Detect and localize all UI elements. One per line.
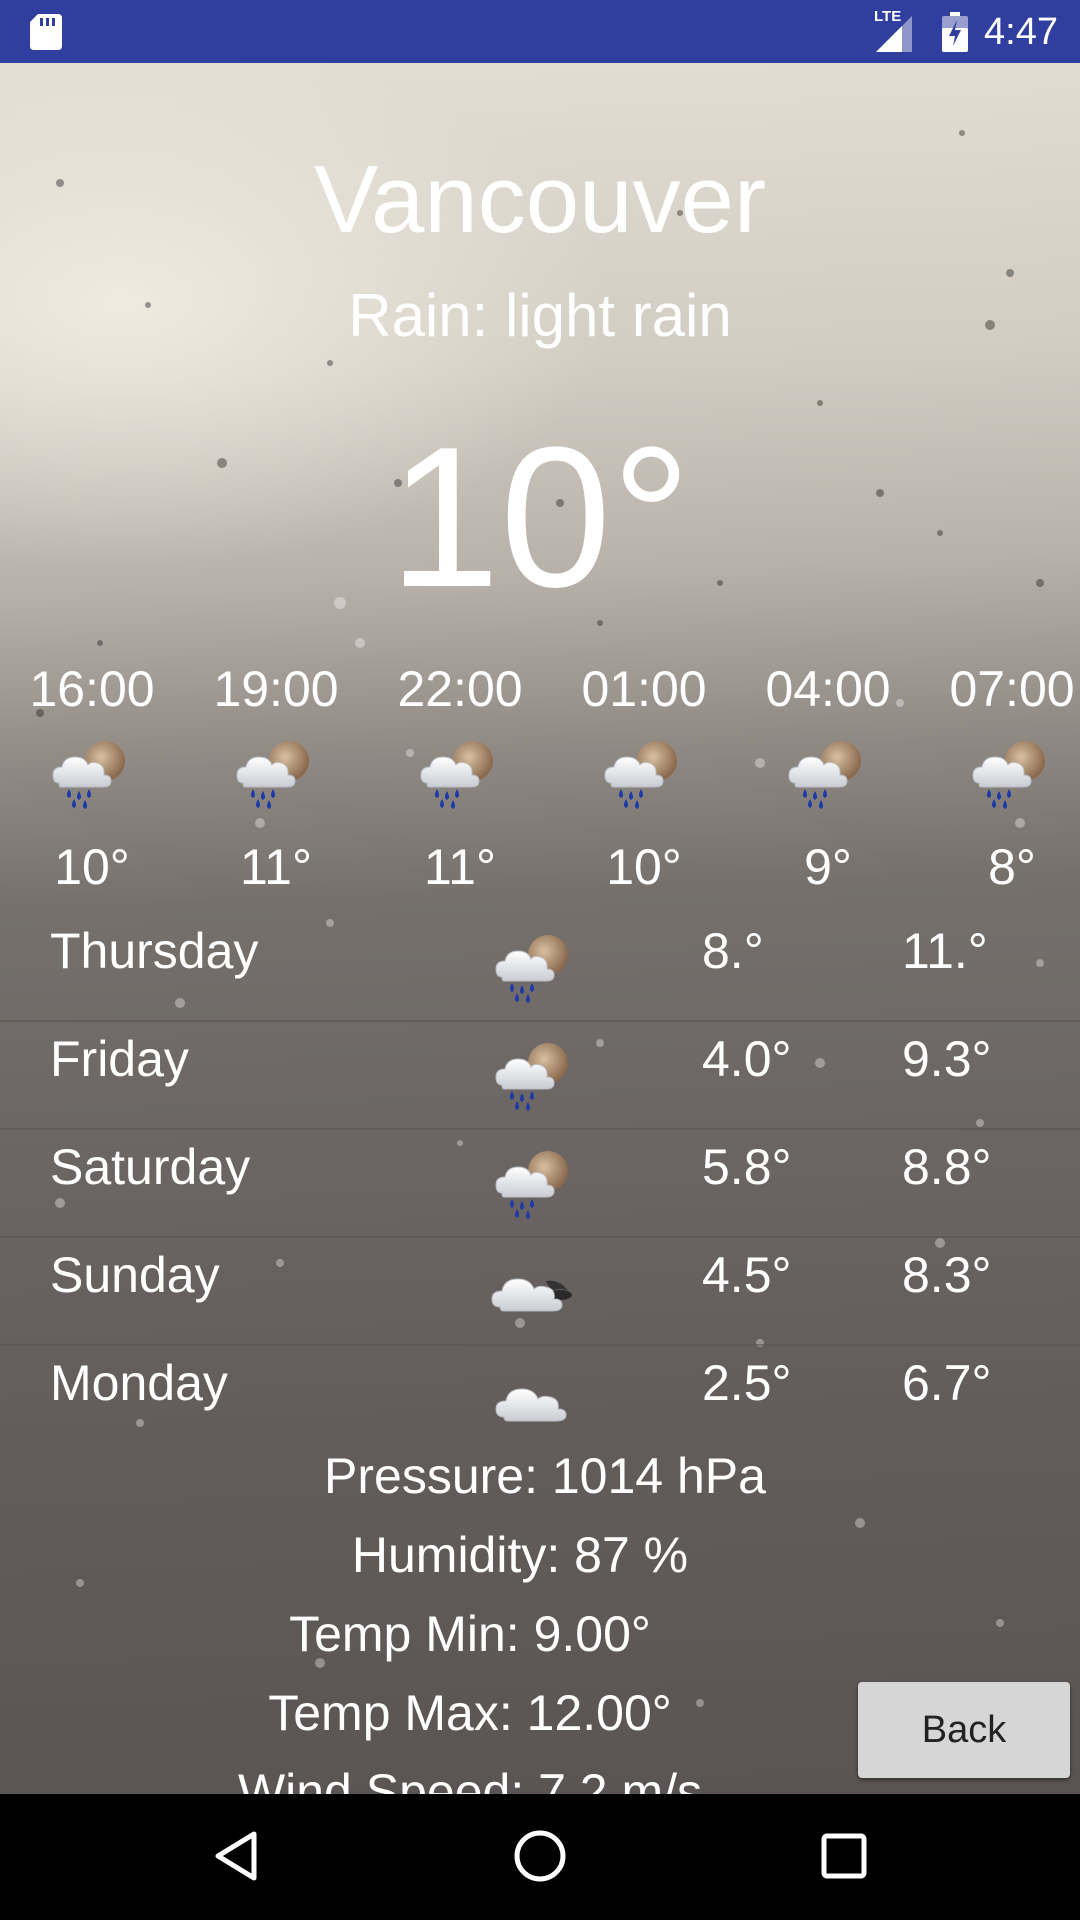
hour-time: 19:00 [213, 661, 339, 717]
day-low-temp: 4.5° [702, 1247, 792, 1303]
daily-row[interactable]: Monday 2.5° 6.7° [0, 1345, 1080, 1452]
day-name: Monday [50, 1355, 228, 1411]
hour-temp: 11° [240, 839, 312, 895]
weather-screen: Vancouver Rain: light rain 10° 16:00 10°… [0, 63, 1080, 1794]
day-high-temp: 9.3° [902, 1031, 992, 1087]
hourly-item: 04:00 9° [736, 659, 920, 897]
day-name: Thursday [50, 923, 259, 979]
hour-temp: 10° [54, 839, 130, 895]
hour-time: 16:00 [29, 661, 155, 717]
recents-square-icon[interactable] [814, 1826, 874, 1886]
navigation-bar [0, 1794, 1080, 1920]
status-clock: 4:47 [984, 11, 1058, 53]
pressure-text: Pressure: 1014 hPa [324, 1448, 766, 1504]
lte-label: LTE [874, 8, 902, 25]
rain-cloud-icon [599, 737, 689, 809]
current-temperature: 10° [388, 406, 692, 629]
hour-temp: 9° [804, 839, 852, 895]
hour-time: 01:00 [581, 661, 707, 717]
daily-row[interactable]: Saturday 5.8° 8.8° [0, 1129, 1080, 1238]
rain-cloud-icon [490, 1039, 580, 1111]
hour-time: 07:00 [949, 661, 1075, 717]
back-triangle-icon[interactable] [206, 1826, 266, 1886]
humidity-text: Humidity: 87 % [351, 1527, 689, 1583]
rain-cloud-icon [490, 931, 580, 1003]
rain-cloud-icon [490, 1147, 580, 1219]
rain-cloud-icon [47, 737, 137, 809]
rain-cloud-icon [783, 737, 873, 809]
day-name: Friday [50, 1031, 189, 1087]
temp-min-text: Temp Min: 9.00° [289, 1606, 651, 1662]
day-high-temp: 6.7° [902, 1355, 992, 1411]
hourly-item: 07:00 8° [920, 659, 1080, 897]
daily-row[interactable]: Sunday 4.5° 8.3° [0, 1237, 1080, 1346]
hourly-item: 22:00 11° [368, 659, 552, 897]
day-low-temp: 5.8° [702, 1139, 792, 1195]
status-bar: LTE 4:47 [0, 0, 1080, 63]
hour-time: 04:00 [765, 661, 891, 717]
rain-cloud-icon [231, 737, 321, 809]
rain-cloud-icon [967, 737, 1057, 809]
battery-charging-icon [942, 12, 968, 52]
hour-temp: 8° [988, 839, 1036, 895]
day-name: Saturday [50, 1139, 251, 1195]
sd-card-icon [30, 14, 62, 50]
daily-row[interactable]: Friday 4.0° 9.3° [0, 1021, 1080, 1130]
day-high-temp: 8.8° [902, 1139, 992, 1195]
day-low-temp: 2.5° [702, 1355, 792, 1411]
hour-time: 22:00 [397, 661, 523, 717]
city-name: Vancouver [314, 146, 766, 253]
back-button[interactable]: Back [858, 1682, 1070, 1778]
hourly-item: 19:00 11° [184, 659, 368, 897]
hourly-item: 16:00 10° [0, 659, 184, 897]
rain-cloud-icon [415, 737, 505, 809]
daily-row[interactable]: Thursday 8.° 11.° [0, 913, 1080, 1022]
hour-temp: 10° [606, 839, 682, 895]
home-circle-icon[interactable] [510, 1826, 570, 1886]
weather-condition: Rain: light rain [348, 282, 732, 349]
hour-temp: 11° [424, 839, 496, 895]
day-low-temp: 4.0° [702, 1031, 792, 1087]
hourly-item: 01:00 10° [552, 659, 736, 897]
day-high-temp: 8.3° [902, 1247, 992, 1303]
cloud-night-icon [490, 1255, 580, 1327]
day-name: Sunday [50, 1247, 220, 1303]
day-low-temp: 8.° [702, 923, 764, 979]
cloud-icon [490, 1363, 580, 1435]
day-high-temp: 11.° [902, 923, 988, 979]
